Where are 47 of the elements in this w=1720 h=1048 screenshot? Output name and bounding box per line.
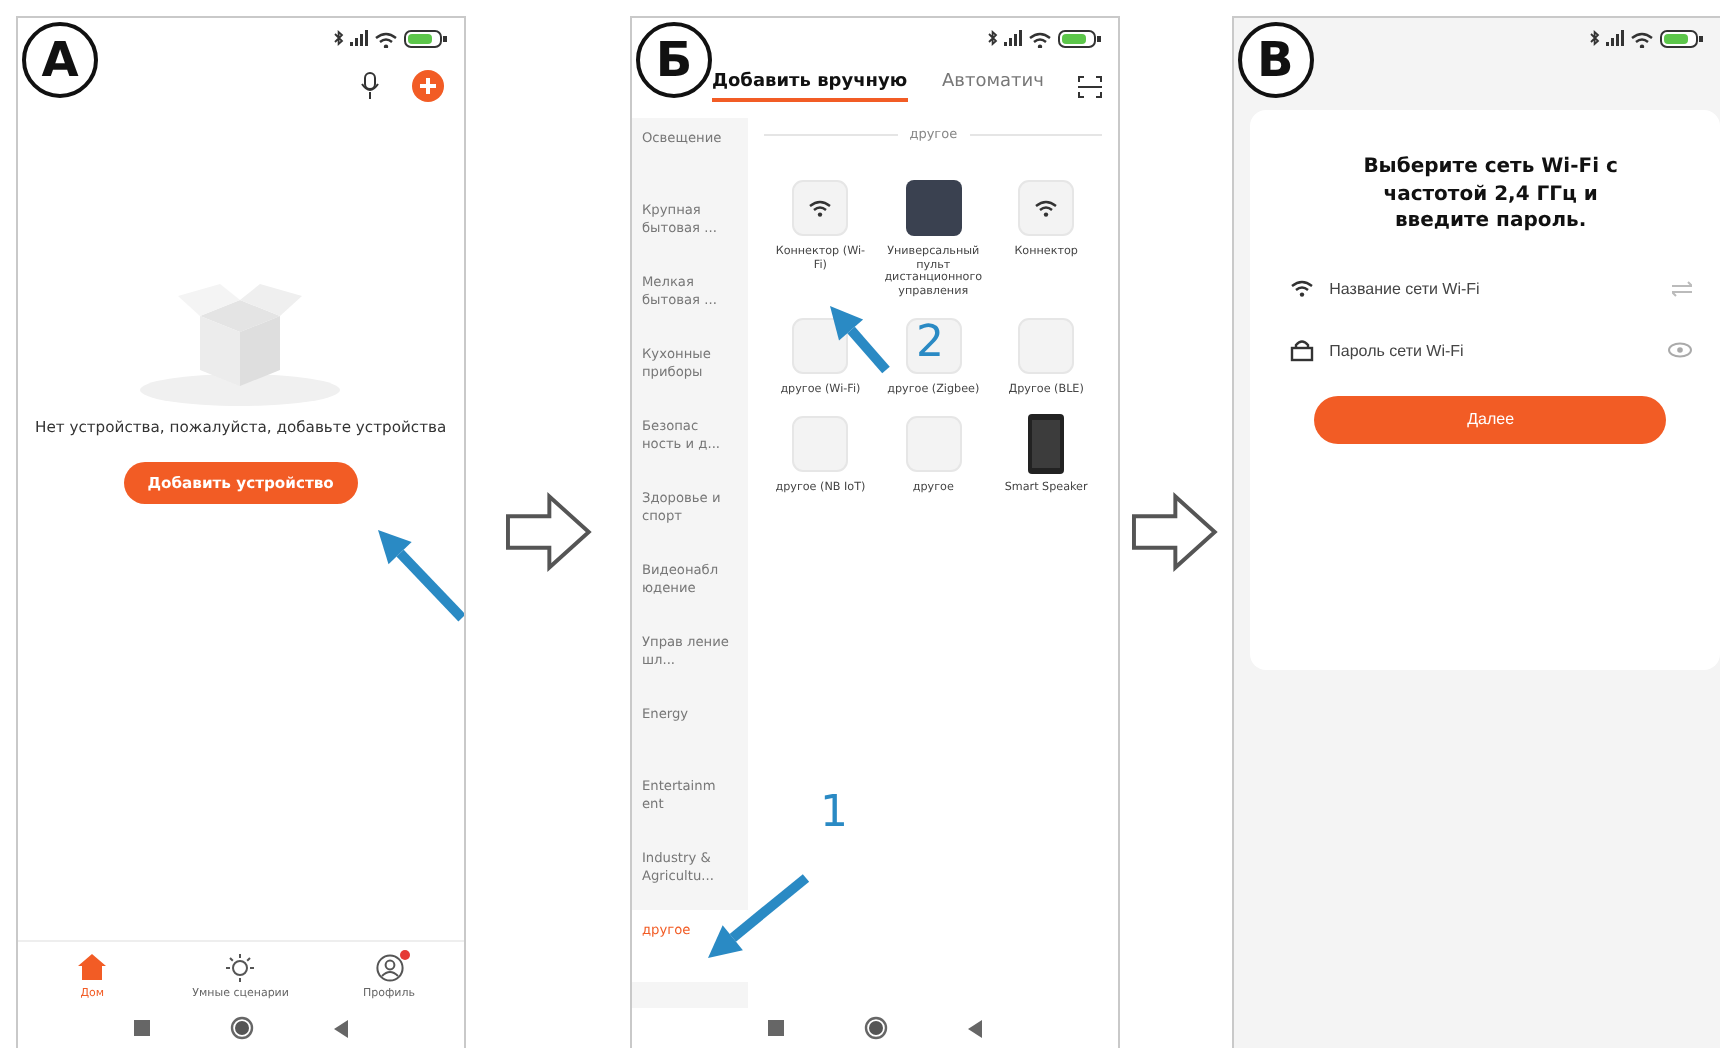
step-label: А	[22, 22, 98, 98]
tab[interactable]: Автоматич	[941, 71, 1044, 101]
hollow-arrow-icon	[1132, 492, 1220, 572]
callout-number: 2	[915, 318, 944, 368]
add-icon[interactable]	[411, 70, 444, 102]
circle-icon[interactable]	[864, 1016, 889, 1040]
next-button[interactable]: Далее	[1314, 395, 1667, 443]
device-icon[interactable]	[905, 317, 962, 374]
device-icon[interactable]	[792, 317, 849, 374]
lock-icon	[1289, 338, 1314, 362]
step-label: В	[1237, 22, 1314, 98]
wifi-icon	[1629, 29, 1654, 47]
callout-number: 1	[819, 788, 848, 838]
microphone-icon[interactable]	[359, 72, 380, 100]
battery-icon	[1058, 29, 1103, 47]
input-field[interactable]: Пароль сети Wi-Fi	[1329, 337, 1652, 363]
battery-icon	[1659, 29, 1704, 47]
signal-icon	[349, 30, 368, 46]
dark-device-icon[interactable]	[905, 180, 962, 236]
back-icon[interactable]	[968, 1019, 983, 1037]
person-icon	[375, 954, 403, 982]
speaker-icon[interactable]	[1028, 413, 1065, 474]
wifi-icon	[1289, 276, 1314, 300]
pointer-arrow	[829, 306, 890, 374]
scan-icon[interactable]	[1078, 75, 1103, 97]
square-icon[interactable]	[768, 1020, 785, 1036]
sun-icon	[226, 954, 255, 982]
wifi-icon	[373, 29, 398, 47]
bluetooth-icon	[1589, 30, 1600, 46]
wifi-icon	[1028, 29, 1053, 47]
form-title: Выберите сеть Wi-Fi с частотой 2,4 ГГц и введите пароль.	[1361, 154, 1620, 235]
battery-icon	[403, 29, 448, 47]
wifi-device-icon[interactable]	[792, 180, 849, 236]
house-icon	[78, 954, 107, 982]
step-label: Б	[635, 22, 712, 98]
signal-icon	[1605, 30, 1624, 46]
wifi-device-icon[interactable]	[1018, 180, 1075, 236]
bluetooth-icon	[333, 30, 344, 46]
input-field[interactable]: Название сети Wi-Fi	[1329, 275, 1656, 301]
pointer-arrow	[378, 530, 464, 622]
hollow-arrow-icon	[505, 492, 592, 572]
tab[interactable]: Добавить вручную	[711, 71, 908, 101]
square-icon[interactable]	[133, 1020, 150, 1036]
bluetooth-icon	[988, 30, 999, 46]
back-icon[interactable]	[333, 1019, 348, 1037]
circle-icon[interactable]	[229, 1016, 254, 1040]
signal-icon	[1004, 30, 1023, 46]
